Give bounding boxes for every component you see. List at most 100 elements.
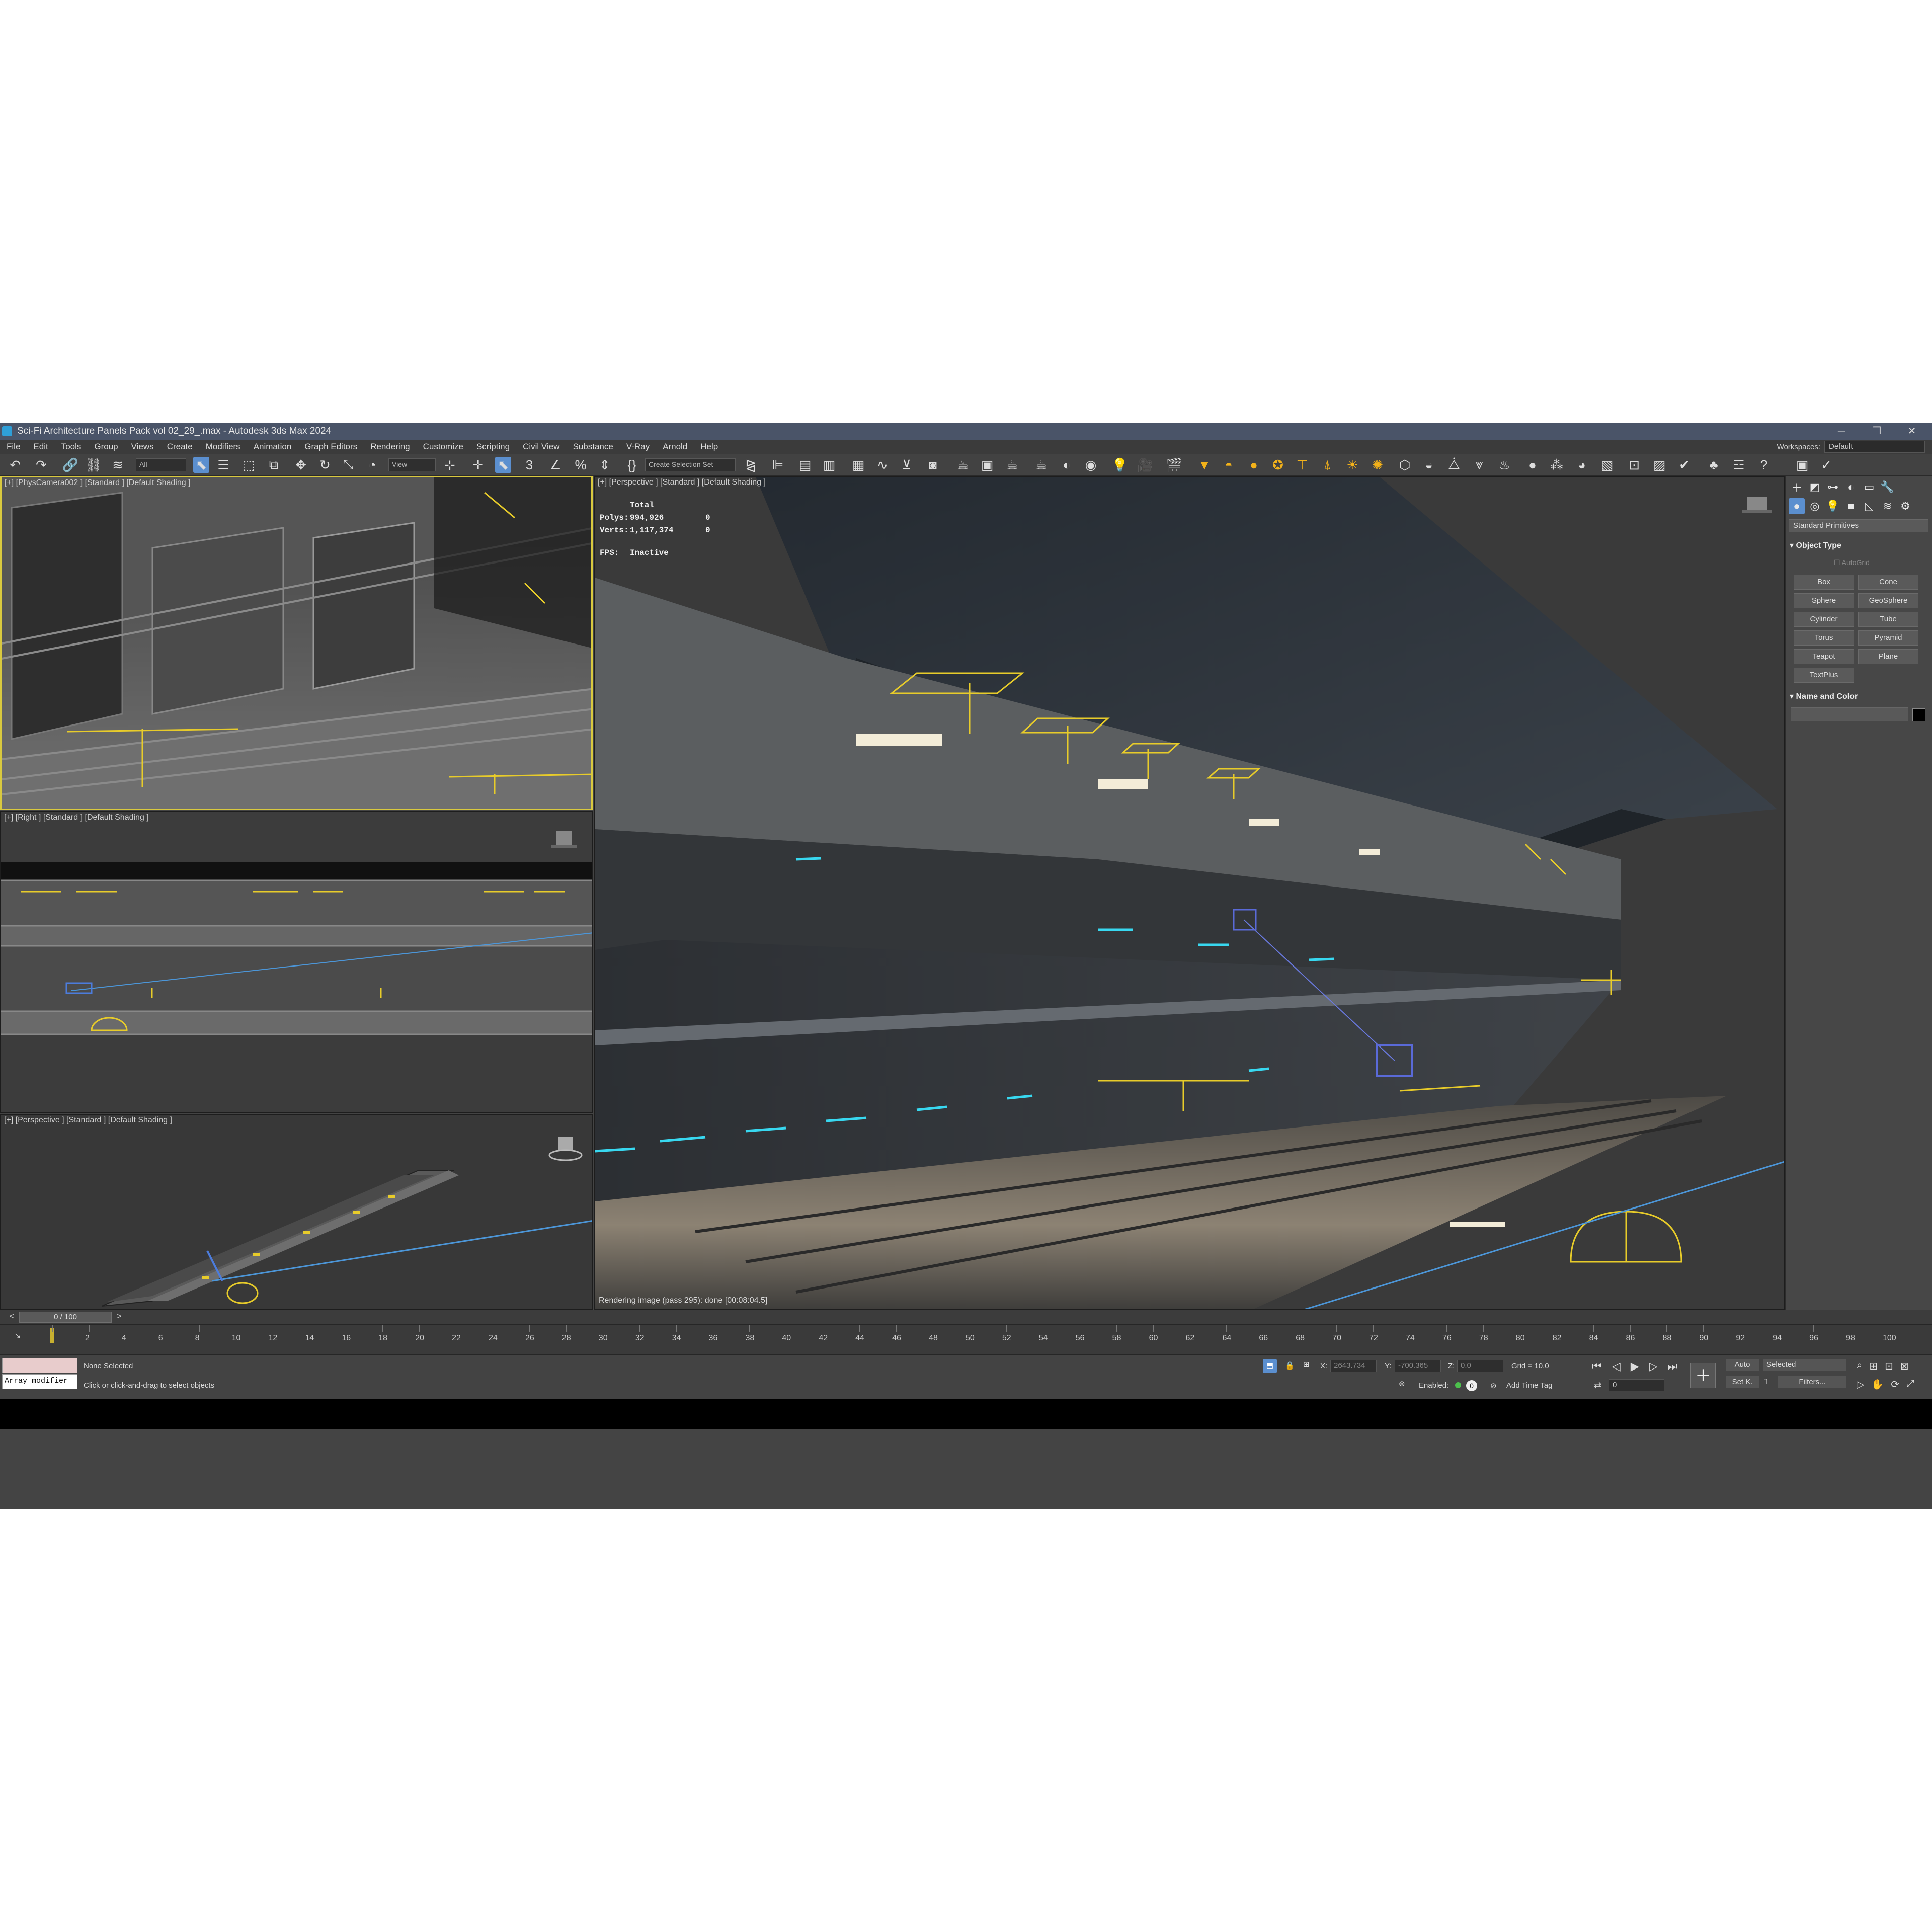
vray-vision-icon[interactable]: ▧ [1599, 457, 1615, 473]
select-object-icon[interactable]: ⬉ [193, 457, 209, 473]
y-coordinate-field[interactable]: -700.365 [1395, 1360, 1441, 1372]
menu-views[interactable]: Views [125, 442, 160, 452]
auto-key-button[interactable]: Auto [1726, 1359, 1759, 1371]
mirror-icon[interactable]: ⧎ [743, 457, 759, 473]
vray-physical-camera-icon[interactable]: 🎬 [1166, 457, 1182, 473]
time-tag-icon[interactable]: ⊘ [1490, 1381, 1497, 1390]
percent-snap-icon[interactable]: % [573, 457, 589, 473]
object-name-input[interactable] [1791, 707, 1908, 721]
set-key-icon[interactable]: ＋ [1691, 1363, 1716, 1388]
edit-named-selection-icon[interactable]: {} [624, 457, 640, 473]
modify-tab-icon[interactable]: ◩ [1807, 479, 1823, 495]
zoom-all-icon[interactable]: ⊞ [1869, 1360, 1878, 1373]
menu-vray[interactable]: V-Ray [620, 442, 656, 452]
create-tab-icon[interactable]: ＋ [1789, 479, 1805, 495]
sphere-button[interactable]: Sphere [1794, 593, 1854, 608]
tube-button[interactable]: Tube [1858, 612, 1918, 627]
menu-arnold[interactable]: Arnold [656, 442, 694, 452]
time-slider-next[interactable]: > [114, 1312, 125, 1322]
display-tab-icon[interactable]: ▭ [1861, 479, 1877, 495]
box-button[interactable]: Box [1794, 575, 1854, 590]
minimize-button[interactable]: ─ [1826, 423, 1857, 440]
vray-fire-icon[interactable]: ♨ [1496, 457, 1512, 473]
hierarchy-tab-icon[interactable]: ⊶ [1825, 479, 1841, 495]
key-filters-icon[interactable]: ⅂ [1764, 1377, 1768, 1386]
next-frame-icon[interactable]: ▷ [1649, 1360, 1658, 1373]
helpers-icon[interactable]: ◺ [1861, 498, 1877, 514]
previous-frame-icon[interactable]: ◁ [1612, 1360, 1621, 1373]
x-coordinate-field[interactable]: 2643.734 [1330, 1360, 1377, 1372]
select-manipulate-icon[interactable]: ✛ [470, 457, 486, 473]
zoom-extents-icon[interactable]: ⊡ [1885, 1360, 1893, 1373]
scene-explorer-icon[interactable]: ▤ [797, 457, 813, 473]
scene-states-icon[interactable]: ☲ [1731, 457, 1747, 473]
vray-light-lister-icon[interactable]: ✺ [1370, 457, 1386, 473]
reference-coordinate-dropdown[interactable]: View [388, 458, 436, 471]
vray-plane-light-icon[interactable]: ▼ [1196, 457, 1213, 473]
menu-graph-editors[interactable]: Graph Editors [298, 442, 364, 452]
curve-editor-icon[interactable]: ∿ [874, 457, 891, 473]
pivot-center-icon[interactable]: ⊹ [442, 457, 458, 473]
autogrid-checkbox[interactable]: ☐ AutoGrid [1834, 558, 1870, 567]
bind-spacewarp-icon[interactable]: ≋ [110, 457, 126, 473]
vray-render-icon[interactable]: ☕ [1033, 457, 1050, 473]
filters-button[interactable]: Filters... [1778, 1376, 1846, 1388]
menu-help[interactable]: Help [694, 442, 725, 452]
time-slider-thumb[interactable]: 0 / 100 [19, 1312, 112, 1323]
field-of-view-icon[interactable]: ▷ [1857, 1378, 1864, 1391]
vray-sun-icon[interactable]: ☀ [1344, 457, 1360, 473]
vray-material-library-icon[interactable]: ◕ [1574, 457, 1590, 473]
motion-tab-icon[interactable]: ◐ [1843, 479, 1859, 495]
cameras-icon[interactable]: ■ [1843, 498, 1859, 514]
menu-animation[interactable]: Animation [247, 442, 298, 452]
textplus-button[interactable]: TextPlus [1794, 668, 1854, 683]
play-icon[interactable]: ▶ [1631, 1360, 1639, 1373]
menu-create[interactable]: Create [160, 442, 199, 452]
align-icon[interactable]: ⊫ [770, 457, 786, 473]
link-icon[interactable]: 🔗 [62, 457, 78, 473]
track-bar-filter-icon[interactable]: ↘ [14, 1331, 21, 1341]
vray-camera-icon[interactable]: 🎥 [1137, 457, 1153, 473]
render-production-icon[interactable]: ☕ [1004, 457, 1020, 473]
select-by-name-icon[interactable]: ☰ [215, 457, 231, 473]
named-selection-set-dropdown[interactable]: Create Selection Set [645, 458, 736, 471]
help-icon[interactable]: ? [1756, 457, 1772, 473]
undo-icon[interactable]: ↶ [7, 457, 23, 473]
go-to-start-icon[interactable]: ⏮ [1592, 1360, 1602, 1373]
vray-toon-icon[interactable]: ⊡ [1626, 457, 1642, 473]
menu-civil-view[interactable]: Civil View [516, 442, 566, 452]
menu-group[interactable]: Group [88, 442, 124, 452]
menu-customize[interactable]: Customize [417, 442, 470, 452]
vray-ipr-icon[interactable]: ◐ [1059, 457, 1075, 473]
main-viewport-label[interactable]: [+] [Perspective ] [Standard ] [Default … [598, 478, 766, 487]
vray-dome-light-icon[interactable]: ◓ [1221, 457, 1237, 473]
vray-decal-icon[interactable]: ⧊ [1446, 457, 1462, 473]
track-bar[interactable]: ↘ 2 4 6 8 10 12 14 16 18 20 22 24 26 28 30 32 34 36 38 40 42… [0, 1324, 1932, 1354]
redo-icon[interactable]: ↷ [33, 457, 49, 473]
shapes-icon[interactable]: ◎ [1807, 498, 1823, 514]
key-filter-dropdown[interactable]: Selected [1763, 1359, 1846, 1371]
vray-light-icon[interactable]: 💡 [1112, 457, 1128, 473]
isolate-selection-icon[interactable]: ⬒ [1263, 1359, 1277, 1373]
schematic-view-icon[interactable]: ⊻ [899, 457, 915, 473]
forest-pack-icon[interactable]: ♣ [1706, 457, 1722, 473]
rendered-frame-window-icon[interactable]: ▣ [979, 457, 995, 473]
current-frame-field[interactable]: 0 [1609, 1379, 1664, 1391]
time-slider[interactable]: < 0 / 100 > [0, 1310, 1932, 1324]
time-slider-prev[interactable]: < [6, 1312, 17, 1322]
snaps-toggle-icon[interactable]: 3 [521, 457, 537, 473]
zoom-icon[interactable]: ⌕ [1857, 1360, 1862, 1373]
restore-button[interactable]: ❐ [1862, 423, 1892, 440]
lock-selection-icon[interactable]: 🔒 [1285, 1361, 1295, 1370]
menu-rendering[interactable]: Rendering [364, 442, 416, 452]
unlink-icon[interactable]: ⛓ [86, 457, 102, 473]
perspective-small-viewport-label[interactable]: [+] [Perspective ] [Standard ] [Default … [4, 1116, 172, 1125]
object-color-swatch[interactable] [1912, 708, 1925, 721]
add-time-tag-button[interactable]: Add Time Tag [1506, 1381, 1552, 1390]
menu-edit[interactable]: Edit [27, 442, 54, 452]
go-to-end-icon[interactable]: ⏭ [1668, 1360, 1678, 1373]
vray-material-sphere-icon[interactable]: ● [1524, 457, 1541, 473]
move-icon[interactable]: ✥ [293, 457, 309, 473]
rotate-icon[interactable]: ↻ [317, 457, 333, 473]
menu-tools[interactable]: Tools [55, 442, 88, 452]
